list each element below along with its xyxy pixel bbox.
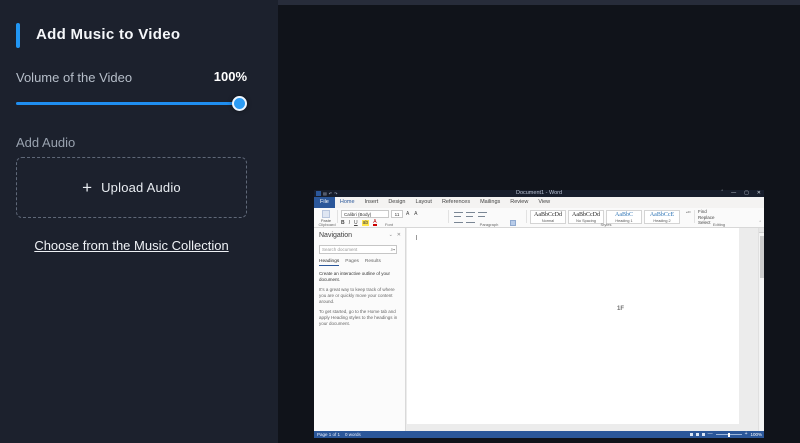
group-divider <box>694 210 695 223</box>
ribbon-options-icon: ˆ <box>721 190 723 197</box>
save-icon: ▤ <box>323 191 327 196</box>
window-controls: ˆ — ▢ ✕ <box>721 190 761 197</box>
document-text-fragment: 1F <box>617 306 624 312</box>
bullet-list-icon <box>454 212 463 213</box>
tab-home: Home <box>335 197 360 208</box>
scrollbar-thumb <box>760 236 764 278</box>
navigation-pane: Navigation ⌄ ✕ Search document ⌕▾ Headin… <box>314 228 406 431</box>
zoom-slider-thumb <box>728 433 730 437</box>
volume-label: Volume of the Video <box>16 70 132 85</box>
nav-tab-results: Results <box>365 259 381 266</box>
read-mode-icon <box>690 433 693 436</box>
zoom-percent: 100% <box>750 431 762 438</box>
tab-file: File <box>314 197 335 208</box>
group-label-paragraph: Paragraph <box>464 222 514 227</box>
document-page: 1F <box>407 228 739 424</box>
video-preview[interactable]: ▤ ↶ ↷ Document1 - Word ˆ — ▢ ✕ File Home… <box>314 190 764 438</box>
zoom-out-icon: — <box>708 431 713 438</box>
print-layout-icon <box>696 433 699 436</box>
upload-audio-button[interactable]: + Upload Audio <box>16 157 247 218</box>
navigation-help-text: Create an interactive outline of your do… <box>319 271 399 332</box>
line-spacing-icon <box>454 222 463 223</box>
minimize-icon: — <box>731 190 736 197</box>
search-placeholder: Search document <box>320 246 396 254</box>
navigation-tabs: Headings Pages Results <box>319 259 381 266</box>
style-chip-normal: AaBbCcDd Normal <box>530 210 566 224</box>
word-body: Navigation ⌄ ✕ Search document ⌕▾ Headin… <box>314 228 764 431</box>
align-right-icon <box>478 216 485 217</box>
ribbon: Paste Calibri (Body) 11 A A B I U ab A <box>314 208 764 228</box>
style-chip-heading2: AaBbCcE Heading 2 <box>644 210 680 224</box>
undo-icon: ↶ <box>329 191 332 196</box>
navigation-pane-header-icons: ⌄ ✕ <box>389 232 401 238</box>
redo-icon: ↷ <box>334 191 337 196</box>
collapse-ribbon-icon: ˆ <box>759 221 761 227</box>
main-area: ▤ ↶ ↷ Document1 - Word ˆ — ▢ ✕ File Home… <box>278 0 800 443</box>
group-label-styles: Styles <box>584 222 628 227</box>
bold-icon: B <box>341 220 345 226</box>
tab-view: View <box>533 197 555 208</box>
tab-design: Design <box>383 197 410 208</box>
word-app-icon <box>316 191 321 196</box>
page-title: Add Music to Video <box>36 26 180 43</box>
status-page-words: Page 1 of 1 0 words <box>317 431 361 438</box>
close-icon: ✕ <box>757 190 761 197</box>
italic-icon: I <box>349 220 350 226</box>
restore-icon: ▢ <box>744 190 749 197</box>
plus-icon: + <box>82 179 92 196</box>
vertical-scrollbar <box>758 228 764 431</box>
group-divider <box>526 210 527 223</box>
nav-tab-headings: Headings <box>319 259 339 266</box>
group-divider <box>448 210 449 223</box>
chevron-down-icon: ⌄ <box>389 232 393 238</box>
styles-gallery-scroll-icons: ▴▾≡ <box>686 210 691 214</box>
grow-shrink-font-icons: A A <box>406 211 420 217</box>
ruler-toggle-icon <box>759 228 764 233</box>
zoom-slider <box>716 434 742 435</box>
title-accent-bar <box>16 23 20 48</box>
volume-slider-thumb[interactable] <box>232 96 247 111</box>
indent-icon <box>478 212 487 213</box>
music-collection-link[interactable]: Choose from the Music Collection <box>16 238 247 253</box>
volume-value: 100% <box>190 69 247 84</box>
search-icon: ⌕▾ <box>391 246 395 254</box>
word-status-bar: Page 1 of 1 0 words — + 100% <box>314 431 764 438</box>
zoom-in-icon: + <box>745 431 748 438</box>
web-layout-icon <box>702 433 705 436</box>
tab-mailings: Mailings <box>475 197 505 208</box>
search-document-input: Search document ⌕▾ <box>319 245 397 254</box>
nav-tab-pages: Pages <box>345 259 359 266</box>
main-top-strip <box>278 0 800 5</box>
word-window-title: Document1 - Word <box>464 190 614 197</box>
font-size-box: 11 <box>391 210 403 218</box>
text-cursor <box>416 235 417 240</box>
clipboard-icon <box>322 210 330 218</box>
volume-slider[interactable] <box>16 102 247 105</box>
sidebar-panel: Add Music to Video Volume of the Video 1… <box>0 0 278 443</box>
tab-review: Review <box>505 197 533 208</box>
tab-references: References <box>437 197 475 208</box>
status-view-zoom: — + 100% <box>690 431 762 438</box>
align-left-icon <box>454 216 461 217</box>
underline-icon: U <box>354 220 358 226</box>
ribbon-tab-bar: File Home Insert Design Layout Reference… <box>314 197 764 208</box>
upload-audio-label: Upload Audio <box>101 180 181 195</box>
group-label-font: Font <box>369 222 409 227</box>
word-title-bar: ▤ ↶ ↷ Document1 - Word ˆ — ▢ ✕ <box>314 190 764 197</box>
tab-insert: Insert <box>360 197 384 208</box>
add-audio-label: Add Audio <box>16 135 75 150</box>
font-name-box: Calibri (Body) <box>341 210 389 218</box>
group-label-editing: Editing <box>699 222 739 227</box>
number-list-icon <box>466 212 475 213</box>
quick-access-toolbar: ▤ ↶ ↷ <box>316 191 338 196</box>
navigation-pane-title: Navigation <box>319 232 352 239</box>
close-pane-icon: ✕ <box>397 232 401 238</box>
group-label-clipboard: Clipboard <box>316 222 338 227</box>
align-center-icon <box>466 216 473 217</box>
tab-layout: Layout <box>410 197 437 208</box>
